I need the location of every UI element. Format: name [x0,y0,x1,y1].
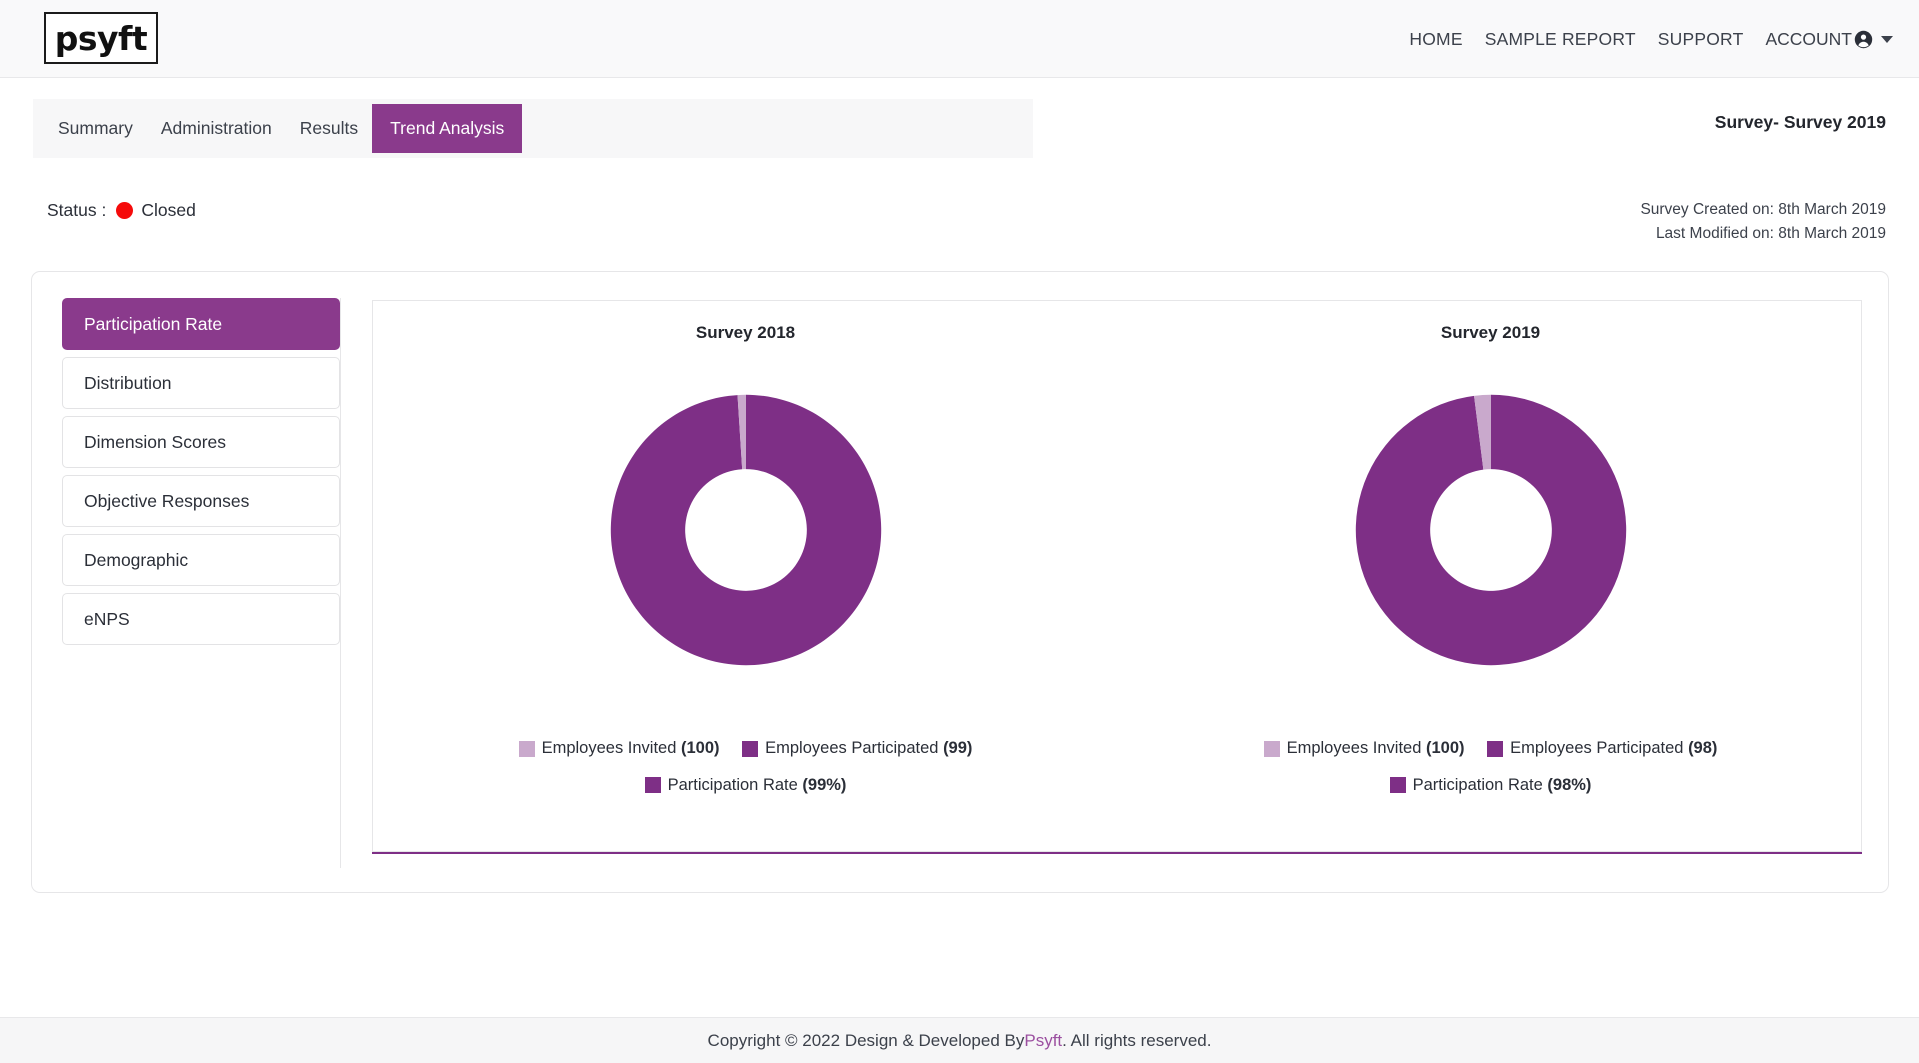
sidebar-item-demographic[interactable]: Demographic [62,534,340,586]
legend-swatch [1263,740,1280,757]
tab-summary[interactable]: Summary [44,107,147,150]
legend-item: Participation Rate (98%) [1389,769,1592,802]
nav-account-label: ACCOUNT [1765,28,1852,49]
trend-analysis-card: Participation Rate Distribution Dimensio… [31,271,1889,893]
main-navigation: HOME SAMPLE REPORT SUPPORT ACCOUNT [1409,0,1893,78]
chart-survey-2018: Survey 2018 Employees Invited (100) Empl… [373,301,1118,853]
chart-legend-2019: Employees Invited (100) Employees Partic… [1118,732,1863,805]
legend-item: Employees Invited (100) [518,732,720,765]
legend-label-employees-invited-2018: Employees Invited (100) [541,739,720,757]
chevron-down-icon [1881,35,1893,43]
sidebar-item-participation-rate[interactable]: Participation Rate [62,298,340,350]
footer-psyft-link[interactable]: Psyft [1024,1031,1062,1051]
chart-survey-2019: Survey 2019 Employees Invited (100) Empl… [1118,301,1863,853]
legend-item: Employees Invited (100) [1263,732,1465,765]
tab-administration[interactable]: Administration [147,107,286,150]
survey-created-on: Survey Created on: 8th March 2019 [1640,201,1886,218]
sidebar-item-distribution[interactable]: Distribution [62,357,340,409]
legend-label-employees-participated-2019: Employees Participated (98) [1510,739,1718,757]
account-person-icon [1854,30,1873,49]
nav-support[interactable]: SUPPORT [1658,29,1744,50]
tab-trend-analysis[interactable]: Trend Analysis [372,104,523,153]
report-sidebar: Participation Rate Distribution Dimensio… [62,298,341,868]
psyft-logo[interactable]: psyft [44,12,158,64]
legend-label-employees-invited-2019: Employees Invited (100) [1286,739,1465,757]
sidebar-item-enps[interactable]: eNPS [62,593,340,645]
tab-results[interactable]: Results [286,107,372,150]
status-badge: Closed [141,200,196,220]
chart-title-2019: Survey 2019 [1440,323,1541,342]
chart-legend-2018: Employees Invited (100) Employees Partic… [373,732,1118,805]
footer-copyright-post: . All rights reserved. [1062,1030,1212,1050]
legend-label-employees-participated-2018: Employees Participated (99) [765,739,973,757]
status-label: Status : [47,200,107,220]
status-row: Status : Closed [47,200,196,221]
donut-chart-2019 [1322,361,1660,699]
participation-charts-panel: Survey 2018 Employees Invited (100) Empl… [372,300,1862,852]
donut-svg-2019 [1355,394,1626,666]
status-indicator-icon [116,202,134,219]
legend-swatch [1487,740,1504,757]
legend-swatch [518,740,535,757]
footer-copyright-pre: Copyright © 2022 Design & Developed By [707,1030,1025,1050]
survey-meta: Survey Created on: 8th March 2019 Last M… [1640,198,1886,246]
legend-label-participation-rate-2018: Participation Rate (99%) [667,775,847,794]
legend-item: Employees Participated (99) [742,732,972,765]
donut-chart-2018 [577,361,915,699]
legend-swatch [1389,777,1406,793]
page-title: Survey- Survey 2019 [1714,112,1886,132]
legend-item: Employees Participated (98) [1487,732,1717,765]
legend-label-participation-rate-2019: Participation Rate (98%) [1412,775,1592,794]
nav-home[interactable]: HOME [1409,29,1462,50]
chart-panel-underline [372,852,1862,854]
legend-swatch [644,777,661,793]
survey-tabbar: Summary Administration Results Trend Ana… [33,99,1033,158]
legend-swatch [742,740,759,757]
nav-sample-report[interactable]: SAMPLE REPORT [1485,29,1636,50]
app-header: psyft HOME SAMPLE REPORT SUPPORT ACCOUNT [0,0,1919,78]
donut-svg-2018 [610,394,881,666]
sidebar-item-objective-responses[interactable]: Objective Responses [62,475,340,527]
logo-text: psyft [54,18,148,58]
sidebar-item-dimension-scores[interactable]: Dimension Scores [62,416,340,468]
chart-title-2018: Survey 2018 [695,323,796,342]
nav-account-menu[interactable]: ACCOUNT [1765,29,1893,50]
survey-last-modified: Last Modified on: 8th March 2019 [1655,225,1886,243]
page-footer: Copyright © 2022 Design & Developed By P… [0,1017,1919,1063]
legend-item: Participation Rate (99%) [644,769,847,802]
